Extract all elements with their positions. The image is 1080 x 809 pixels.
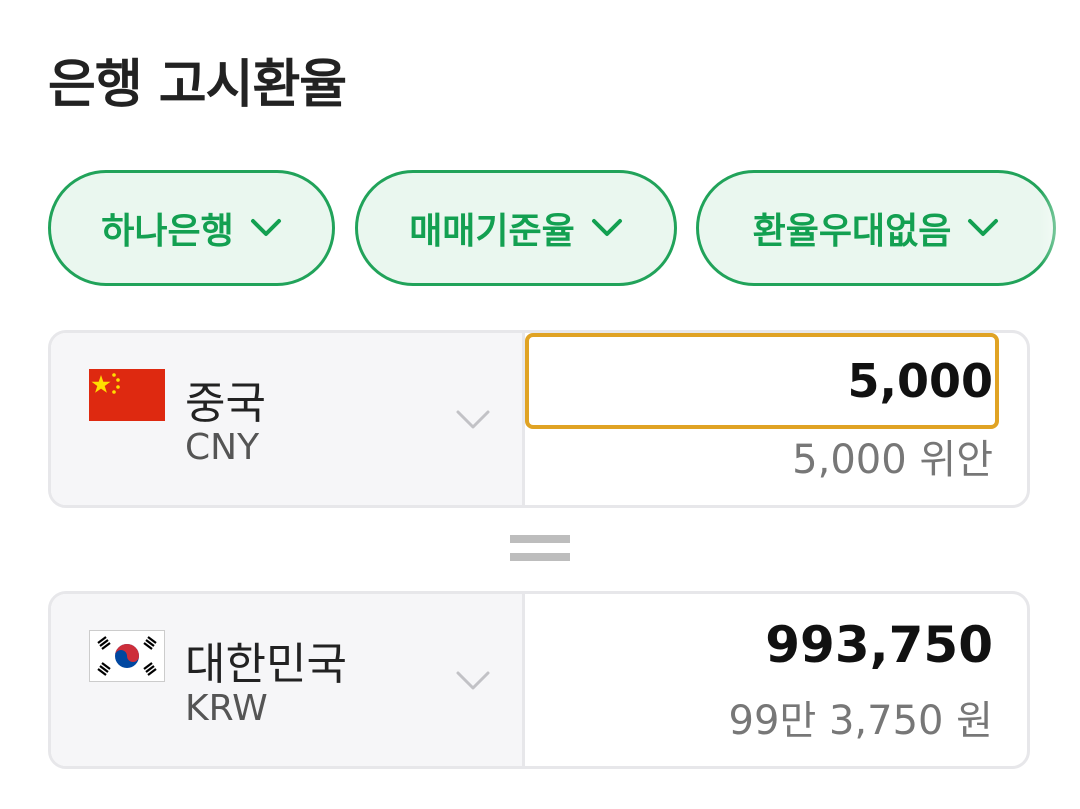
to-currency-selector[interactable]: 대한민국 KRW bbox=[51, 594, 525, 766]
to-amount-text: 99만 3,750 원 bbox=[728, 698, 993, 744]
equals-icon bbox=[510, 535, 570, 561]
filter-bar: 하나은행 매매기준율 환율우대없음 bbox=[48, 170, 1080, 290]
from-country-name: 중국 bbox=[185, 378, 266, 429]
from-amount-input[interactable]: 5,000 bbox=[525, 333, 999, 429]
bank-filter-button[interactable]: 하나은행 bbox=[48, 170, 335, 286]
china-flag-icon bbox=[89, 369, 165, 421]
from-currency-code: CNY bbox=[185, 427, 260, 468]
chevron-down-icon bbox=[591, 219, 622, 236]
to-currency-code: KRW bbox=[185, 688, 268, 729]
korea-flag-icon bbox=[89, 630, 165, 682]
bank-filter-label: 하나은행 bbox=[101, 211, 234, 252]
chevron-down-icon bbox=[456, 410, 490, 429]
preference-filter-label: 환율우대없음 bbox=[752, 211, 952, 252]
to-currency-card: 대한민국 KRW 993,750 99만 3,750 원 bbox=[48, 591, 1030, 769]
chevron-down-icon bbox=[250, 219, 281, 236]
to-country-name: 대한민국 bbox=[185, 639, 347, 690]
page-title: 은행 고시환율 bbox=[48, 55, 347, 115]
rate-type-filter-label: 매매기준율 bbox=[409, 211, 575, 252]
preference-filter-button[interactable]: 환율우대없음 bbox=[696, 170, 1056, 286]
chevron-down-icon bbox=[456, 671, 490, 690]
from-amount-text: 5,000 위안 bbox=[792, 437, 993, 483]
from-currency-card: 중국 CNY 5,000 5,000 위안 bbox=[48, 330, 1030, 508]
to-amount-value[interactable]: 993,750 bbox=[765, 616, 993, 674]
rate-type-filter-button[interactable]: 매매기준율 bbox=[355, 170, 677, 286]
chevron-down-icon bbox=[968, 219, 999, 236]
from-currency-selector[interactable]: 중국 CNY bbox=[51, 333, 525, 505]
